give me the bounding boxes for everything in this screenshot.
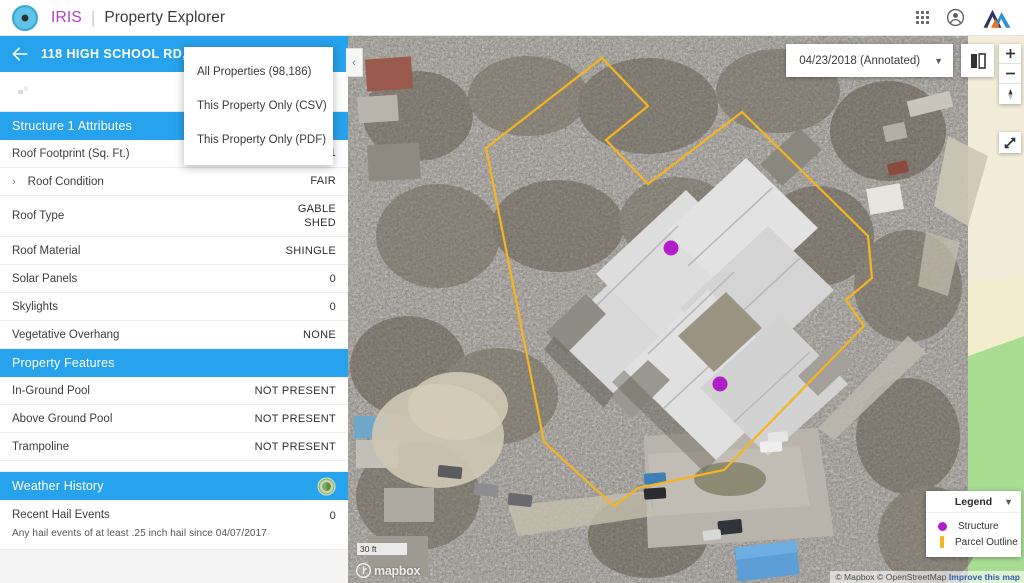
table-row[interactable]: Trampoline NOT PRESENT: [0, 433, 348, 462]
section-header-weather-history[interactable]: Weather History: [0, 472, 348, 501]
row-label: Roof Type: [12, 210, 65, 223]
menu-item-this-property-pdf[interactable]: This Property Only (PDF): [184, 123, 333, 157]
menu-item-this-property-csv[interactable]: This Property Only (CSV): [184, 89, 333, 123]
row-label: Trampoline: [12, 440, 70, 453]
structure-marker: [663, 240, 679, 256]
row-value: 0: [329, 300, 336, 313]
section-header-property-features[interactable]: Property Features: [0, 349, 348, 378]
apps-grid-icon[interactable]: [916, 11, 929, 24]
account-circle-icon[interactable]: [946, 8, 965, 27]
chevron-down-icon: ▼: [1004, 496, 1013, 507]
row-value: FAIR: [310, 175, 336, 188]
map-zoom-controls: [999, 44, 1021, 104]
structure-attributes-rows: Roof Footprint (Sq. Ft.) 7,761 › Roof Co…: [0, 140, 348, 350]
row-label: Recent Hail Events: [12, 509, 110, 522]
compass-reset-button[interactable]: [999, 84, 1021, 104]
map-scale-bar: 30 ft: [356, 543, 408, 556]
section-title: Weather History: [12, 479, 104, 494]
mapbox-mark-icon: [356, 563, 371, 578]
table-row[interactable]: Skylights 0: [0, 293, 348, 322]
table-row[interactable]: In-Ground Pool NOT PRESENT: [0, 377, 348, 406]
company-logo-icon: [983, 9, 1011, 28]
weather-radar-icon[interactable]: [317, 477, 336, 496]
aerial-imagery: [348, 36, 1024, 583]
iris-logo-icon: [12, 4, 38, 31]
placeholder-icon: [18, 86, 28, 94]
legend-item-parcel-outline: Parcel Outline: [926, 534, 1021, 550]
row-label: Above Ground Pool: [12, 412, 113, 425]
row-label: Solar Panels: [12, 272, 78, 285]
chevron-left-icon: ‹: [352, 56, 356, 69]
imagery-date-value: 04/23/2018 (Annotated): [799, 54, 921, 67]
compare-split-icon: [970, 52, 986, 69]
property-features-rows: In-Ground Pool NOT PRESENT Above Ground …: [0, 377, 348, 473]
legend-label: Structure: [958, 521, 999, 532]
row-label: Roof Footprint (Sq. Ft.): [12, 147, 130, 160]
hail-description: Any hail events of at least .25 inch hai…: [0, 528, 348, 551]
mapbox-logo[interactable]: mapbox: [356, 563, 420, 578]
structure-swatch-icon: [938, 522, 947, 531]
structure-marker: [712, 376, 728, 392]
chevron-down-icon: ▼: [934, 55, 943, 66]
compass-icon: [1007, 88, 1013, 100]
section-title: Property Features: [12, 356, 115, 371]
back-arrow-icon[interactable]: [10, 44, 30, 64]
sidebar-collapse-toggle[interactable]: ‹: [346, 48, 363, 77]
row-value: NOT PRESENT: [254, 412, 336, 425]
export-dropdown-menu: All Properties (98,186) This Property On…: [184, 47, 333, 165]
zoom-in-button[interactable]: [999, 44, 1021, 64]
legend-item-structure: Structure: [926, 519, 1021, 534]
fullscreen-button[interactable]: [999, 132, 1021, 153]
property-explorer-app: IRIS | Property Explorer 118 HIGH SCHOOL…: [0, 0, 1024, 583]
aerial-map[interactable]: 04/23/2018 (Annotated) ▼ Legend ▼ Struct…: [348, 36, 1024, 583]
table-row[interactable]: Roof Material SHINGLE: [0, 237, 348, 266]
table-row[interactable]: Vegetative Overhang NONE: [0, 321, 348, 350]
mapbox-wordmark: mapbox: [374, 563, 421, 578]
top-bar-actions: [916, 7, 1012, 29]
table-row[interactable]: › Roof Condition FAIR: [0, 168, 348, 196]
legend-entries: Structure Parcel Outline: [926, 513, 1021, 557]
legend-title: Legend: [954, 495, 993, 508]
app-title: Property Explorer: [104, 8, 225, 26]
legend-header[interactable]: Legend ▼: [926, 491, 1021, 513]
row-value: NONE: [303, 328, 336, 341]
attribution-text: © Mapbox © OpenStreetMap: [835, 572, 947, 582]
map-attribution: © Mapbox © OpenStreetMap Improve this ma…: [830, 571, 1024, 583]
weather-history-rows: Recent Hail Events 0 Any hail events of …: [0, 500, 348, 551]
parcel-outline-swatch-icon: [940, 536, 944, 548]
expand-diagonal-icon: [1004, 137, 1016, 148]
map-top-controls: 04/23/2018 (Annotated) ▼: [786, 44, 994, 77]
row-label: In-Ground Pool: [12, 384, 90, 397]
brand-separator: |: [90, 7, 96, 27]
row-value: GABLE SHED: [297, 203, 336, 230]
table-row[interactable]: Roof Type GABLE SHED: [0, 196, 348, 238]
row-label: Skylights: [12, 300, 59, 313]
row-value: 0: [329, 510, 336, 523]
row-label: Roof Condition: [27, 175, 104, 188]
row-label: Roof Material: [12, 244, 81, 257]
section-spacer: [0, 461, 348, 473]
row-value: NOT PRESENT: [254, 384, 336, 397]
brand-name: IRIS: [51, 8, 82, 26]
section-title: Structure 1 Attributes: [12, 119, 133, 133]
minus-icon: [1005, 72, 1015, 75]
legend-label: Parcel Outline: [955, 536, 1018, 548]
row-label-with-expander: › Roof Condition: [12, 176, 104, 188]
improve-map-link[interactable]: Improve this map: [949, 572, 1020, 582]
plus-icon: [1005, 49, 1015, 58]
map-legend: Legend ▼ Structure Parcel Outline: [926, 491, 1021, 557]
zoom-out-button[interactable]: [999, 64, 1021, 84]
row-value: 0: [329, 272, 336, 285]
chevron-right-icon[interactable]: ›: [12, 176, 16, 188]
row-value: NOT PRESENT: [254, 440, 336, 453]
compare-imagery-button[interactable]: [961, 44, 994, 77]
top-navigation-bar: IRIS | Property Explorer: [0, 0, 1024, 36]
row-label: Vegetative Overhang: [12, 328, 120, 341]
table-row[interactable]: Above Ground Pool NOT PRESENT: [0, 405, 348, 434]
imagery-date-select[interactable]: 04/23/2018 (Annotated) ▼: [786, 44, 953, 77]
menu-item-all-properties[interactable]: All Properties (98,186): [184, 55, 333, 89]
table-row[interactable]: Recent Hail Events 0: [0, 500, 348, 529]
table-row[interactable]: Solar Panels 0: [0, 265, 348, 294]
row-value: SHINGLE: [285, 244, 336, 257]
